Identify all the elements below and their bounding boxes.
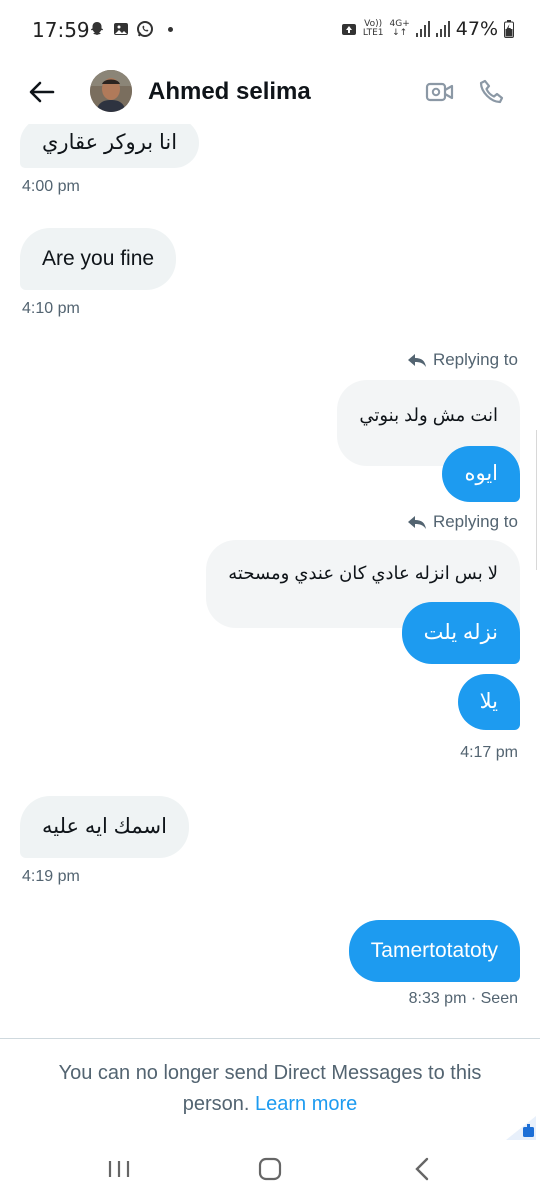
recent-apps-icon <box>108 1161 130 1177</box>
incoming-message[interactable]: Are you fine <box>20 228 177 290</box>
message-timestamp: 4:10 pm <box>22 300 80 317</box>
avatar-image <box>90 70 132 112</box>
system-navigation-bar <box>0 1140 540 1200</box>
corner-overlay-icon[interactable] <box>506 1116 536 1140</box>
quoted-text: لا بس انزله عادي كان عندي ومسحته <box>228 563 498 583</box>
battery-charging-icon <box>504 20 514 38</box>
message-text: انا بروكر عقاري <box>42 131 178 154</box>
outgoing-message[interactable]: يلا <box>457 674 520 730</box>
data-saver-icon <box>341 24 356 35</box>
lte-label: LTE1 <box>362 28 384 38</box>
conversation-header: Ahmed selima <box>0 62 540 124</box>
voice-call-button[interactable] <box>476 76 508 108</box>
message-status: 8:33 pm · Seen <box>408 990 518 1007</box>
status-bar: 17:59 Vo)) LTE1 4G+ ↓↑ 47% <box>0 0 540 60</box>
back-button[interactable] <box>22 74 62 110</box>
message-timestamp: 4:19 pm <box>22 868 80 885</box>
signal-bars-1-icon <box>415 21 430 37</box>
reply-indicator: Replying to <box>407 512 518 532</box>
contact-name[interactable]: Ahmed selima <box>148 78 311 106</box>
phone-icon <box>479 79 504 104</box>
message-text: يلا <box>479 690 498 713</box>
back-nav-button[interactable] <box>404 1154 440 1184</box>
message-text: نزله يلت <box>423 621 498 644</box>
outgoing-message[interactable]: نزله يلت <box>401 602 520 664</box>
snapchat-icon <box>90 22 104 35</box>
reply-arrow-icon <box>407 516 426 529</box>
outgoing-message[interactable]: Tamertotatoty <box>348 920 520 982</box>
message-text: اسمك ايه عليه <box>42 815 167 838</box>
outgoing-message[interactable]: ايوه <box>442 446 520 502</box>
incoming-message[interactable]: انا بروكر عقاري <box>20 124 200 168</box>
message-list[interactable]: انا بروكر عقاري 4:00 pm Are you fine 4:1… <box>0 124 540 1038</box>
scrollbar[interactable] <box>536 430 540 570</box>
arrow-left-icon <box>29 81 55 103</box>
incoming-message[interactable]: اسمك ايه عليه <box>20 796 189 858</box>
message-text: Are you fine <box>42 247 155 270</box>
reply-label: Replying to <box>432 512 518 531</box>
chevron-left-icon <box>415 1157 429 1181</box>
video-call-button[interactable] <box>424 76 456 108</box>
system-indicators: Vo)) LTE1 4G+ ↓↑ 47% <box>341 18 514 40</box>
gallery-icon <box>114 23 128 35</box>
message-timestamp: 4:17 pm <box>460 744 518 761</box>
message-timestamp: 4:00 pm <box>22 178 80 195</box>
notification-icons <box>88 20 173 38</box>
reply-indicator: Replying to <box>407 350 518 370</box>
message-text: Tamertotatoty <box>370 939 498 962</box>
recent-apps-button[interactable] <box>101 1154 137 1184</box>
home-button[interactable] <box>252 1154 288 1184</box>
reply-arrow-icon <box>407 354 426 367</box>
status-time: 17:59 <box>32 18 90 42</box>
reply-label: Replying to <box>432 350 518 369</box>
avatar[interactable] <box>90 70 132 112</box>
learn-more-link[interactable]: Learn more <box>255 1093 357 1115</box>
whatsapp-icon <box>137 21 153 37</box>
data-arrows-icon: ↓↑ <box>392 28 408 38</box>
signal-bars-2-icon <box>435 21 450 37</box>
message-text: ايوه <box>464 462 498 485</box>
quoted-text: انت مش ولد بنوتي <box>359 405 498 425</box>
divider <box>0 1038 540 1039</box>
home-icon <box>258 1157 282 1181</box>
volte-indicator: Vo)) LTE1 <box>363 20 384 38</box>
dm-restricted-notice: You can no longer send Direct Messages t… <box>40 1058 500 1120</box>
more-notifications-dot <box>168 26 173 32</box>
video-camera-icon <box>425 82 454 102</box>
network-type: 4G+ ↓↑ <box>390 20 410 38</box>
battery-percent: 47% <box>455 18 498 40</box>
